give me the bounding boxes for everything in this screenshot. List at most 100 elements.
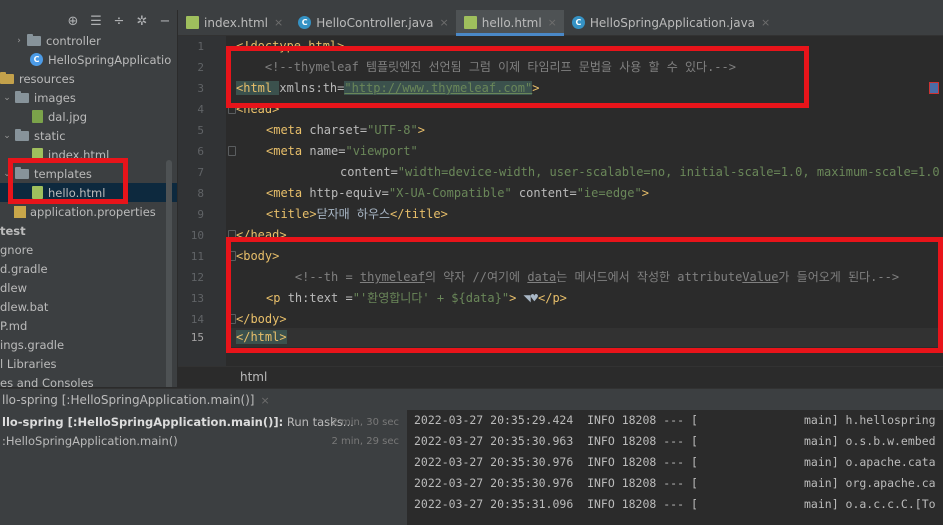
run-task-time: 2 min, 29 sec: [331, 436, 399, 447]
close-icon[interactable]: ×: [274, 16, 283, 29]
annotation-box-body: [226, 237, 943, 353]
html-file-icon: [463, 16, 477, 29]
code-attr: name=: [309, 144, 346, 158]
tab-hello-controller-java[interactable]: C HelloController.java ×: [290, 10, 456, 35]
browser-preview-icon[interactable]: [929, 82, 939, 94]
tree-item-settings-gradle[interactable]: ings.gradle: [0, 335, 177, 354]
tree-item-resources[interactable]: resources: [0, 69, 177, 88]
java-class-icon: C: [30, 53, 43, 66]
code-string: "width=device-width, user-scalable=no, i…: [397, 165, 940, 179]
tree-item-dal-jpg[interactable]: dal.jpg: [0, 107, 177, 126]
java-class-icon: C: [571, 16, 585, 29]
log-text: 2022-03-27 20:35:31.096 INFO 18208 --- [: [414, 497, 698, 511]
resources-folder-icon: [0, 71, 14, 84]
breadcrumb[interactable]: html: [240, 370, 267, 384]
code-attr: http-equiv=: [309, 186, 389, 200]
tree-item-label: ings.gradle: [0, 337, 65, 352]
log-logger: main] o.a.c.c.C.[To: [804, 497, 936, 511]
tree-item-scratches-consoles[interactable]: es and Consoles: [0, 373, 177, 388]
console-log-line: 2022-03-27 20:35:29.424 INFO 18208 --- […: [414, 410, 936, 430]
sidebar-scrollbar[interactable]: [166, 160, 172, 387]
tree-item-label: controller: [46, 33, 101, 48]
line-number: 2: [197, 61, 204, 74]
log-logger: main] o.s.b.w.embed: [804, 434, 936, 448]
tab-label: HelloController.java: [316, 15, 434, 30]
editor-tabs: index.html × C HelloController.java × he…: [178, 10, 943, 36]
line-number: 10: [190, 229, 204, 242]
collapse-all-icon[interactable]: ☰: [89, 14, 103, 28]
tree-item-label: es and Consoles: [0, 375, 94, 388]
tree-item-build-gradle[interactable]: d.gradle: [0, 259, 177, 278]
chevron-right-icon[interactable]: ›: [14, 36, 24, 46]
line-number: 3: [197, 82, 204, 95]
tree-item-label: HelloSpringApplicatio: [48, 52, 172, 67]
console-output[interactable]: 2022-03-27 20:35:29.424 INFO 18208 --- […: [407, 410, 943, 525]
tree-item-gradlew-bat[interactable]: dlew.bat: [0, 297, 177, 316]
run-task-name-rest: :HelloSpringApplication.main(): [2, 434, 178, 448]
close-icon[interactable]: ×: [440, 16, 449, 29]
tab-label: hello.html: [481, 15, 542, 30]
code-tag: >: [417, 123, 425, 137]
code-attr: content=: [511, 186, 577, 200]
chevron-down-icon[interactable]: ⌄: [2, 131, 12, 141]
gear-icon[interactable]: ✲: [135, 14, 149, 28]
tree-item-static[interactable]: ⌄ static: [0, 126, 177, 145]
tree-item-hello-spring-application[interactable]: C HelloSpringApplicatio: [0, 50, 177, 69]
close-icon[interactable]: ×: [261, 394, 270, 407]
tree-item-label: images: [34, 90, 76, 105]
log-text: 2022-03-27 20:35:29.424 INFO 18208 --- [: [414, 413, 698, 427]
run-task-name: :HelloSpringApplication.main(): [2, 432, 178, 451]
code-line-7: content="width=device-width, user-scalab…: [340, 163, 940, 182]
properties-file-icon: [14, 205, 26, 218]
code-tag: <meta: [266, 144, 310, 158]
code-line-6: <meta name="viewport": [266, 142, 418, 161]
tree-item-images[interactable]: ⌄ images: [0, 88, 177, 107]
tree-item-label: dlew.bat: [0, 299, 49, 314]
expand-icon[interactable]: ÷: [112, 14, 126, 28]
run-task-name: llo-spring [:HelloSpringApplication.main…: [2, 413, 354, 432]
tree-item-controller[interactable]: › controller: [0, 31, 177, 50]
close-icon[interactable]: ×: [761, 16, 770, 29]
line-number: 4: [197, 103, 204, 116]
run-tree-panel: llo-spring [:HelloSpringApplication.main…: [0, 410, 407, 525]
tree-item-gradlew[interactable]: dlew: [0, 278, 177, 297]
console-log-line: 2022-03-27 20:35:30.963 INFO 18208 --- […: [414, 431, 936, 451]
tab-hello-spring-application-java[interactable]: C HelloSpringApplication.java ×: [564, 10, 777, 35]
line-number: 11: [190, 250, 204, 263]
run-task-row[interactable]: :HelloSpringApplication.main() 2 min, 29…: [0, 432, 407, 451]
annotation-box-templates: [8, 158, 128, 204]
code-text: 닫자매 하우스: [316, 207, 391, 221]
run-task-time: 2 min, 30 sec: [331, 417, 399, 428]
tree-item-application-properties[interactable]: application.properties: [0, 202, 177, 221]
log-text: 2022-03-27 20:35:30.976 INFO 18208 --- [: [414, 476, 698, 490]
crosshair-icon[interactable]: ⊕: [66, 14, 80, 28]
chevron-down-icon[interactable]: ⌄: [2, 93, 12, 103]
run-task-row[interactable]: llo-spring [:HelloSpringApplication.main…: [0, 413, 407, 432]
tree-item-label: P.md: [0, 318, 28, 333]
tab-hello-html[interactable]: hello.html ×: [455, 10, 565, 36]
run-task-name-bold: llo-spring [:HelloSpringApplication.main…: [2, 415, 284, 429]
project-toolbar: ⊕ ☰ ÷ ✲ −: [0, 10, 177, 32]
minimize-icon[interactable]: −: [158, 14, 172, 28]
code-tag: <meta: [266, 186, 310, 200]
fold-marker-icon[interactable]: [228, 146, 236, 156]
code-string: "X-UA-Compatible": [388, 186, 512, 200]
code-tag: </title>: [390, 207, 448, 221]
line-number: 12: [190, 271, 204, 284]
console-log-line: 2022-03-27 20:35:31.096 INFO 18208 --- […: [414, 494, 936, 514]
code-tag: <meta: [266, 123, 310, 137]
code-attr: content=: [340, 165, 398, 179]
tree-item-test[interactable]: test: [0, 221, 177, 240]
line-number-gutter: 1 2 3 4 5 6 7 8 9 10 11 12 13 14 15: [178, 36, 226, 366]
tree-item-gitignore[interactable]: gnore: [0, 240, 177, 259]
run-tab[interactable]: llo-spring [:HelloSpringApplication.main…: [2, 393, 270, 407]
tree-item-external-libraries[interactable]: l Libraries: [0, 354, 177, 373]
folder-icon: [27, 33, 41, 46]
line-number: 5: [197, 124, 204, 137]
tree-item-label: dal.jpg: [48, 109, 87, 124]
tree-item-label: resources: [19, 71, 75, 86]
run-tab-label: llo-spring [:HelloSpringApplication.main…: [2, 393, 255, 407]
tree-item-help-md[interactable]: P.md: [0, 316, 177, 335]
close-icon[interactable]: ×: [548, 16, 557, 29]
tab-index-html[interactable]: index.html ×: [178, 10, 290, 35]
